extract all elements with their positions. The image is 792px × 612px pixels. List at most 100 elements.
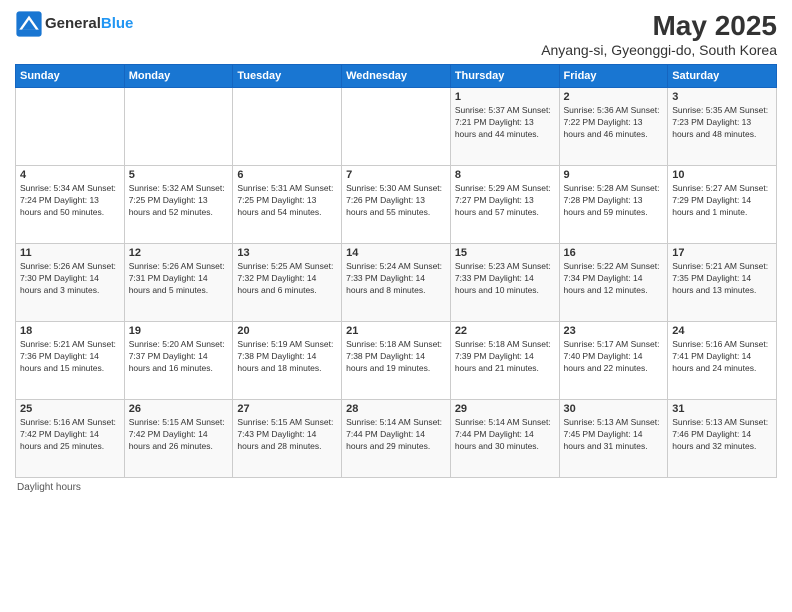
header: GeneralBlue May 2025 Anyang-si, Gyeonggi…: [15, 10, 777, 58]
day-info: Sunrise: 5:26 AM Sunset: 7:30 PM Dayligh…: [20, 261, 120, 297]
day-number: 5: [129, 169, 229, 181]
day-cell-18: 18Sunrise: 5:21 AM Sunset: 7:36 PM Dayli…: [16, 322, 125, 400]
day-cell-10: 10 Sunrise: 5:27 AM Sunset: 7:29 PM Dayli…: [668, 166, 777, 244]
day-info: Sunrise: 5:32 AM Sunset: 7:25 PM Dayligh…: [129, 183, 229, 219]
day-number: 7: [346, 169, 446, 181]
day-cell-1: 1 Sunrise: 5:37 AM Sunset: 7:21 PM Daylig…: [450, 88, 559, 166]
day-cell-26: 26Sunrise: 5:15 AM Sunset: 7:42 PM Dayli…: [124, 400, 233, 478]
day-cell-19: 19 Sunrise: 5:20 AM Sunset: 7:37 PM Dayli…: [124, 322, 233, 400]
day-number: 6: [237, 169, 337, 181]
page: GeneralBlue May 2025 Anyang-si, Gyeonggi…: [0, 0, 792, 612]
day-number: 28: [346, 403, 446, 415]
location: Anyang-si, Gyeonggi-do, South Korea: [541, 42, 777, 58]
day-cell-9: 9 Sunrise: 5:28 AM Sunset: 7:28 PM Daylig…: [559, 166, 668, 244]
day-cell-empty-2: [233, 88, 342, 166]
day-number: 12: [129, 247, 229, 259]
day-number: 13: [237, 247, 337, 259]
day-cell-29: 29Sunrise: 5:14 AM Sunset: 7:44 PM Dayli…: [450, 400, 559, 478]
day-info: Sunrise: 5:13 AM Sunset: 7:46 PM Dayligh…: [672, 417, 772, 453]
month-year: May 2025: [541, 10, 777, 42]
day-info: Sunrise: 5:28 AM Sunset: 7:28 PM Dayligh…: [564, 183, 664, 219]
day-cell-2: 2Sunrise: 5:36 AM Sunset: 7:22 PM Daylig…: [559, 88, 668, 166]
title-block: May 2025 Anyang-si, Gyeonggi-do, South K…: [541, 10, 777, 58]
day-info: Sunrise: 5:15 AM Sunset: 7:43 PM Dayligh…: [237, 417, 337, 453]
day-cell-21: 21Sunrise: 5:18 AM Sunset: 7:38 PM Dayli…: [342, 322, 451, 400]
week-row-1: 1 Sunrise: 5:37 AM Sunset: 7:21 PM Daylig…: [16, 88, 777, 166]
footer: Daylight hours: [15, 482, 777, 493]
day-cell-5: 5 Sunrise: 5:32 AM Sunset: 7:25 PM Daylig…: [124, 166, 233, 244]
day-info: Sunrise: 5:36 AM Sunset: 7:22 PM Dayligh…: [564, 105, 664, 141]
column-header-saturday: Saturday: [668, 65, 777, 88]
day-number: 18: [20, 325, 120, 337]
logo: GeneralBlue: [15, 10, 133, 38]
day-number: 11: [20, 247, 120, 259]
day-number: 10: [672, 169, 772, 181]
day-cell-15: 15 Sunrise: 5:23 AM Sunset: 7:33 PM Dayli…: [450, 244, 559, 322]
day-info: Sunrise: 5:19 AM Sunset: 7:38 PM Dayligh…: [237, 339, 337, 375]
day-info: Sunrise: 5:16 AM Sunset: 7:41 PM Dayligh…: [672, 339, 772, 375]
day-info: Sunrise: 5:22 AM Sunset: 7:34 PM Dayligh…: [564, 261, 664, 297]
day-number: 9: [564, 169, 664, 181]
day-number: 14: [346, 247, 446, 259]
day-info: Sunrise: 5:31 AM Sunset: 7:25 PM Dayligh…: [237, 183, 337, 219]
day-cell-4: 4Sunrise: 5:34 AM Sunset: 7:24 PM Daylig…: [16, 166, 125, 244]
day-cell-11: 11 Sunrise: 5:26 AM Sunset: 7:30 PM Dayli…: [16, 244, 125, 322]
day-number: 1: [455, 91, 555, 103]
day-cell-empty-0: [16, 88, 125, 166]
day-cell-22: 22 Sunrise: 5:18 AM Sunset: 7:39 PM Dayli…: [450, 322, 559, 400]
header-row: SundayMondayTuesdayWednesdayThursdayFrid…: [16, 65, 777, 88]
day-number: 25: [20, 403, 120, 415]
day-info: Sunrise: 5:37 AM Sunset: 7:21 PM Dayligh…: [455, 105, 555, 141]
day-cell-31: 31 Sunrise: 5:13 AM Sunset: 7:46 PM Dayli…: [668, 400, 777, 478]
day-number: 31: [672, 403, 772, 415]
day-number: 19: [129, 325, 229, 337]
logo-blue: Blue: [101, 15, 134, 32]
day-cell-14: 14 Sunrise: 5:24 AM Sunset: 7:33 PM Dayli…: [342, 244, 451, 322]
daylight-hours-label: Daylight hours: [17, 482, 81, 493]
day-info: Sunrise: 5:30 AM Sunset: 7:26 PM Dayligh…: [346, 183, 446, 219]
day-info: Sunrise: 5:18 AM Sunset: 7:38 PM Dayligh…: [346, 339, 446, 375]
day-info: Sunrise: 5:20 AM Sunset: 7:37 PM Dayligh…: [129, 339, 229, 375]
column-header-wednesday: Wednesday: [342, 65, 451, 88]
day-info: Sunrise: 5:35 AM Sunset: 7:23 PM Dayligh…: [672, 105, 772, 141]
column-header-tuesday: Tuesday: [233, 65, 342, 88]
day-cell-13: 13 Sunrise: 5:25 AM Sunset: 7:32 PM Dayli…: [233, 244, 342, 322]
day-cell-empty-3: [342, 88, 451, 166]
day-info: Sunrise: 5:18 AM Sunset: 7:39 PM Dayligh…: [455, 339, 555, 375]
day-cell-empty-1: [124, 88, 233, 166]
day-number: 8: [455, 169, 555, 181]
day-number: 26: [129, 403, 229, 415]
day-info: Sunrise: 5:17 AM Sunset: 7:40 PM Dayligh…: [564, 339, 664, 375]
day-number: 22: [455, 325, 555, 337]
logo-general: General: [45, 15, 101, 32]
day-number: 17: [672, 247, 772, 259]
day-number: 3: [672, 91, 772, 103]
day-info: Sunrise: 5:16 AM Sunset: 7:42 PM Dayligh…: [20, 417, 120, 453]
day-cell-8: 8 Sunrise: 5:29 AM Sunset: 7:27 PM Daylig…: [450, 166, 559, 244]
day-info: Sunrise: 5:23 AM Sunset: 7:33 PM Dayligh…: [455, 261, 555, 297]
day-cell-16: 16Sunrise: 5:22 AM Sunset: 7:34 PM Dayli…: [559, 244, 668, 322]
day-info: Sunrise: 5:25 AM Sunset: 7:32 PM Dayligh…: [237, 261, 337, 297]
day-cell-20: 20Sunrise: 5:19 AM Sunset: 7:38 PM Dayli…: [233, 322, 342, 400]
logo-icon: [15, 10, 43, 38]
day-number: 24: [672, 325, 772, 337]
day-number: 30: [564, 403, 664, 415]
day-cell-12: 12Sunrise: 5:26 AM Sunset: 7:31 PM Dayli…: [124, 244, 233, 322]
day-cell-27: 27Sunrise: 5:15 AM Sunset: 7:43 PM Dayli…: [233, 400, 342, 478]
day-number: 29: [455, 403, 555, 415]
week-row-2: 4Sunrise: 5:34 AM Sunset: 7:24 PM Daylig…: [16, 166, 777, 244]
logo-text: GeneralBlue: [45, 15, 133, 33]
day-cell-7: 7 Sunrise: 5:30 AM Sunset: 7:26 PM Daylig…: [342, 166, 451, 244]
day-info: Sunrise: 5:29 AM Sunset: 7:27 PM Dayligh…: [455, 183, 555, 219]
day-info: Sunrise: 5:24 AM Sunset: 7:33 PM Dayligh…: [346, 261, 446, 297]
day-cell-3: 3 Sunrise: 5:35 AM Sunset: 7:23 PM Daylig…: [668, 88, 777, 166]
column-header-friday: Friday: [559, 65, 668, 88]
calendar-table: SundayMondayTuesdayWednesdayThursdayFrid…: [15, 64, 777, 478]
day-cell-24: 24 Sunrise: 5:16 AM Sunset: 7:41 PM Dayli…: [668, 322, 777, 400]
week-row-3: 11 Sunrise: 5:26 AM Sunset: 7:30 PM Dayli…: [16, 244, 777, 322]
day-number: 15: [455, 247, 555, 259]
day-info: Sunrise: 5:14 AM Sunset: 7:44 PM Dayligh…: [346, 417, 446, 453]
day-info: Sunrise: 5:27 AM Sunset: 7:29 PM Dayligh…: [672, 183, 772, 219]
week-row-4: 18Sunrise: 5:21 AM Sunset: 7:36 PM Dayli…: [16, 322, 777, 400]
day-cell-25: 25 Sunrise: 5:16 AM Sunset: 7:42 PM Dayli…: [16, 400, 125, 478]
